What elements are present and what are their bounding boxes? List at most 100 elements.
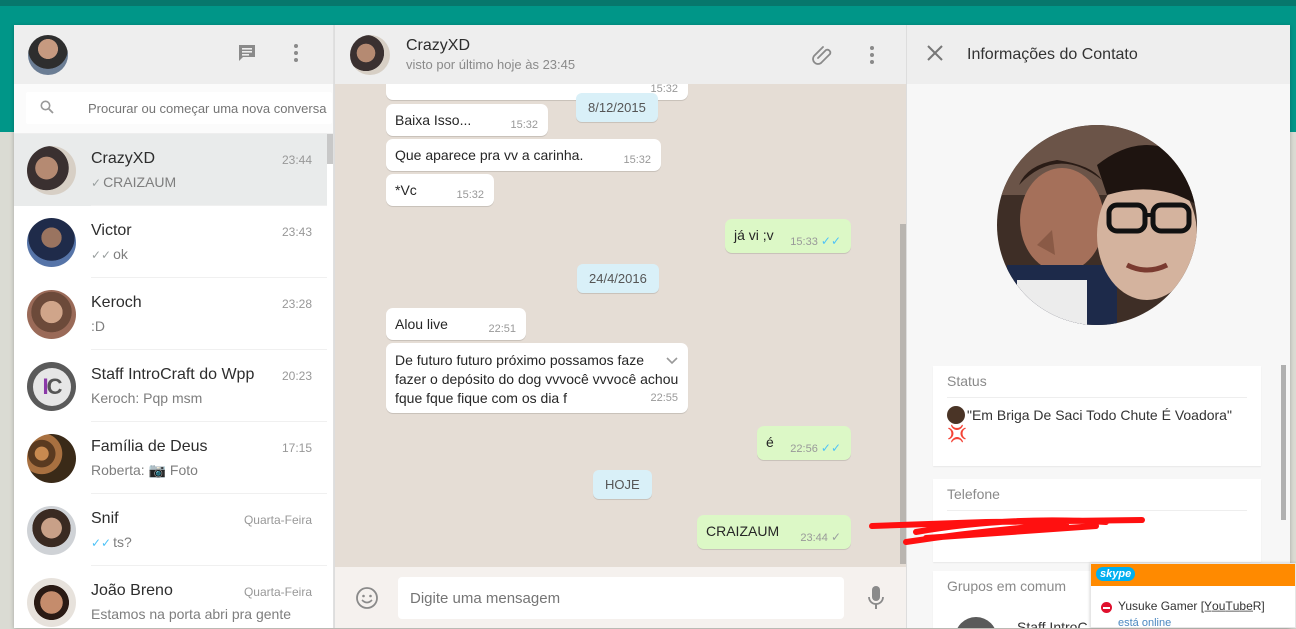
message-list[interactable]: 15:32 8/12/2015 Baixa Isso... 15:32 Que … <box>334 84 906 567</box>
sent-tick-icon: ✓ <box>91 176 102 190</box>
message-time: 22:55 <box>650 392 678 404</box>
avatar: IC <box>27 362 76 411</box>
emoji-icon[interactable] <box>355 586 379 615</box>
attach-icon[interactable] <box>811 43 833 70</box>
message-bubble[interactable]: Que aparece pra vv a carinha. 15:32 <box>386 139 661 171</box>
close-icon[interactable] <box>925 43 945 63</box>
contact-avatar[interactable] <box>350 35 390 75</box>
chat-name: João Breno <box>91 582 173 599</box>
date-divider: 8/12/2015 <box>576 93 658 122</box>
user-avatar[interactable] <box>28 35 68 75</box>
avatar <box>27 146 76 195</box>
group-avatar[interactable] <box>955 617 997 628</box>
status-value: "Em Briga De Saci Todo Chute É Voadora" … <box>947 406 1247 444</box>
composer <box>334 567 906 628</box>
sidebar: CrazyXD 23:44 ✓CRAIZAUM Victor 23:43 ✓✓o… <box>14 25 338 628</box>
message-bubble-outgoing[interactable]: CRAIZAUM 23:44 ✓ <box>697 515 851 549</box>
message-bubble[interactable]: Baixa Isso... 15:32 <box>386 104 548 136</box>
chat-item-crazyxd[interactable]: CrazyXD 23:44 ✓ CRAIZAUM <box>14 134 327 206</box>
message-bubble[interactable]: De futuro futuro próximo possamos faze f… <box>386 343 688 413</box>
skype-status: está online <box>1118 617 1172 629</box>
date-divider: HOJE <box>593 470 652 499</box>
chat-item-joao-breno[interactable]: João Breno Quarta-Feira Estamos na porta… <box>14 566 327 628</box>
avatar <box>27 434 76 483</box>
last-seen-status: visto por último hoje às 23:45 <box>406 57 576 72</box>
search-icon[interactable] <box>40 100 54 114</box>
chat-item-familia-de-deus[interactable]: Família de Deus 17:15 Roberta: 📷 Foto <box>14 422 327 494</box>
sent-tick-icon: ✓ <box>830 530 841 544</box>
message-bubble[interactable]: *Vc 15:32 <box>386 174 494 206</box>
message-text: Alou live <box>395 316 448 332</box>
chat-name: Victor <box>91 222 132 239</box>
chat-time: 23:28 <box>281 297 312 311</box>
info-header: Informações do Contato <box>907 25 1290 84</box>
info-title: Informações do Contato <box>967 46 1138 63</box>
chat-time: 17:15 <box>281 441 312 455</box>
menu-icon[interactable] <box>284 43 308 67</box>
microphone-icon[interactable] <box>867 585 885 616</box>
chat-item-keroch[interactable]: Keroch 23:28 :D <box>14 278 327 350</box>
chat-preview: Keroch: Pqp msm <box>91 390 203 406</box>
chat-name: Staff IntroCraft do Wpp <box>91 366 255 383</box>
message-bubble-outgoing[interactable]: é 22:56 ✓✓ <box>757 426 851 460</box>
phone-label: Telefone <box>947 486 1000 502</box>
skype-contact-name: Yusuke Gamer [Y̲o̲u̲T̲u̲b̲e̲R] <box>1118 599 1265 613</box>
chat-name: Família de Deus <box>91 438 208 455</box>
chat-preview: :D <box>91 318 105 334</box>
avatar <box>27 506 76 555</box>
search-bar <box>14 84 338 134</box>
skype-logo: skype <box>1096 567 1136 581</box>
chat-time: 23:44 <box>281 153 312 167</box>
message-input[interactable] <box>398 577 844 619</box>
message-text: De futuro futuro próximo possamos faze <box>395 352 645 368</box>
message-bubble[interactable]: Alou live 22:51 <box>386 308 526 340</box>
profile-photo[interactable] <box>997 125 1197 325</box>
message-text: Que aparece pra vv a carinha. <box>395 147 584 163</box>
message-time: 23:44 <box>800 532 828 544</box>
chat-menu-icon[interactable] <box>869 45 875 70</box>
group-name[interactable]: Staff IntroC <box>1017 619 1088 628</box>
sidebar-scrollbar[interactable] <box>327 134 333 164</box>
chat-time: Quarta-Feira <box>243 513 312 527</box>
chat-time: Quarta-Feira <box>243 585 312 599</box>
message-text: CRAIZAUM <box>706 523 780 539</box>
message-time: 22:51 <box>488 323 516 335</box>
chat-preview: ok <box>113 246 128 262</box>
chat-item-snif[interactable]: Snif Quarta-Feira ✓✓ ts? <box>14 494 327 566</box>
chat-time: 20:23 <box>281 369 312 383</box>
avatar <box>27 290 76 339</box>
status-label: Status <box>947 373 987 389</box>
chevron-down-icon[interactable] <box>666 351 678 370</box>
search-box <box>26 92 338 124</box>
chat-name: Snif <box>91 510 119 527</box>
message-bubble-outgoing[interactable]: já vi ;v 15:33 ✓✓ <box>725 219 851 253</box>
chat-list: CrazyXD 23:44 ✓ CRAIZAUM Victor 23:43 ✓✓ o… <box>14 134 327 628</box>
message-text: Baixa Isso... <box>395 112 472 128</box>
info-scrollbar[interactable] <box>1281 365 1286 520</box>
new-chat-icon[interactable] <box>235 43 259 67</box>
chat-item-victor[interactable]: Victor 23:43 ✓✓ ok <box>14 206 327 278</box>
chat-header[interactable]: CrazyXD visto por último hoje às 23:45 <box>334 25 906 84</box>
status-text: "Em Briga De Saci Todo Chute É Voadora" <box>967 407 1232 423</box>
avatar <box>27 578 76 627</box>
chat-item-staff-introcraft[interactable]: IC Staff IntroCraft do Wpp 20:23 Keroch:… <box>14 350 327 422</box>
message-time: 15:33 <box>790 236 818 248</box>
message-time: 15:32 <box>510 119 538 131</box>
redaction-scribble <box>869 517 1145 545</box>
do-not-disturb-icon <box>1101 602 1112 613</box>
search-input[interactable] <box>88 92 338 124</box>
chat-preview: CRAIZAUM <box>103 174 177 190</box>
skype-notification[interactable]: skype Yusuke Gamer [Y̲o̲u̲T̲u̲b̲e̲R] est… <box>1090 563 1296 629</box>
chat-name: Keroch <box>91 294 142 311</box>
emoji-saci-icon <box>947 406 965 424</box>
read-tick-icon: ✓✓ <box>820 441 841 455</box>
message-text-line3: fque fque fique com os dia f <box>395 390 567 406</box>
emoji-anger-icon: 💢 <box>947 426 967 443</box>
status-card: Status "Em Briga De Saci Todo Chute É Vo… <box>933 366 1261 466</box>
groups-label: Grupos em comum <box>947 578 1067 594</box>
chat-time: 23:43 <box>281 225 312 239</box>
message-text: *Vc <box>395 182 417 198</box>
top-band-line <box>0 0 1296 6</box>
skype-title-bar: skype <box>1091 564 1295 586</box>
message-time: 15:32 <box>456 189 484 201</box>
